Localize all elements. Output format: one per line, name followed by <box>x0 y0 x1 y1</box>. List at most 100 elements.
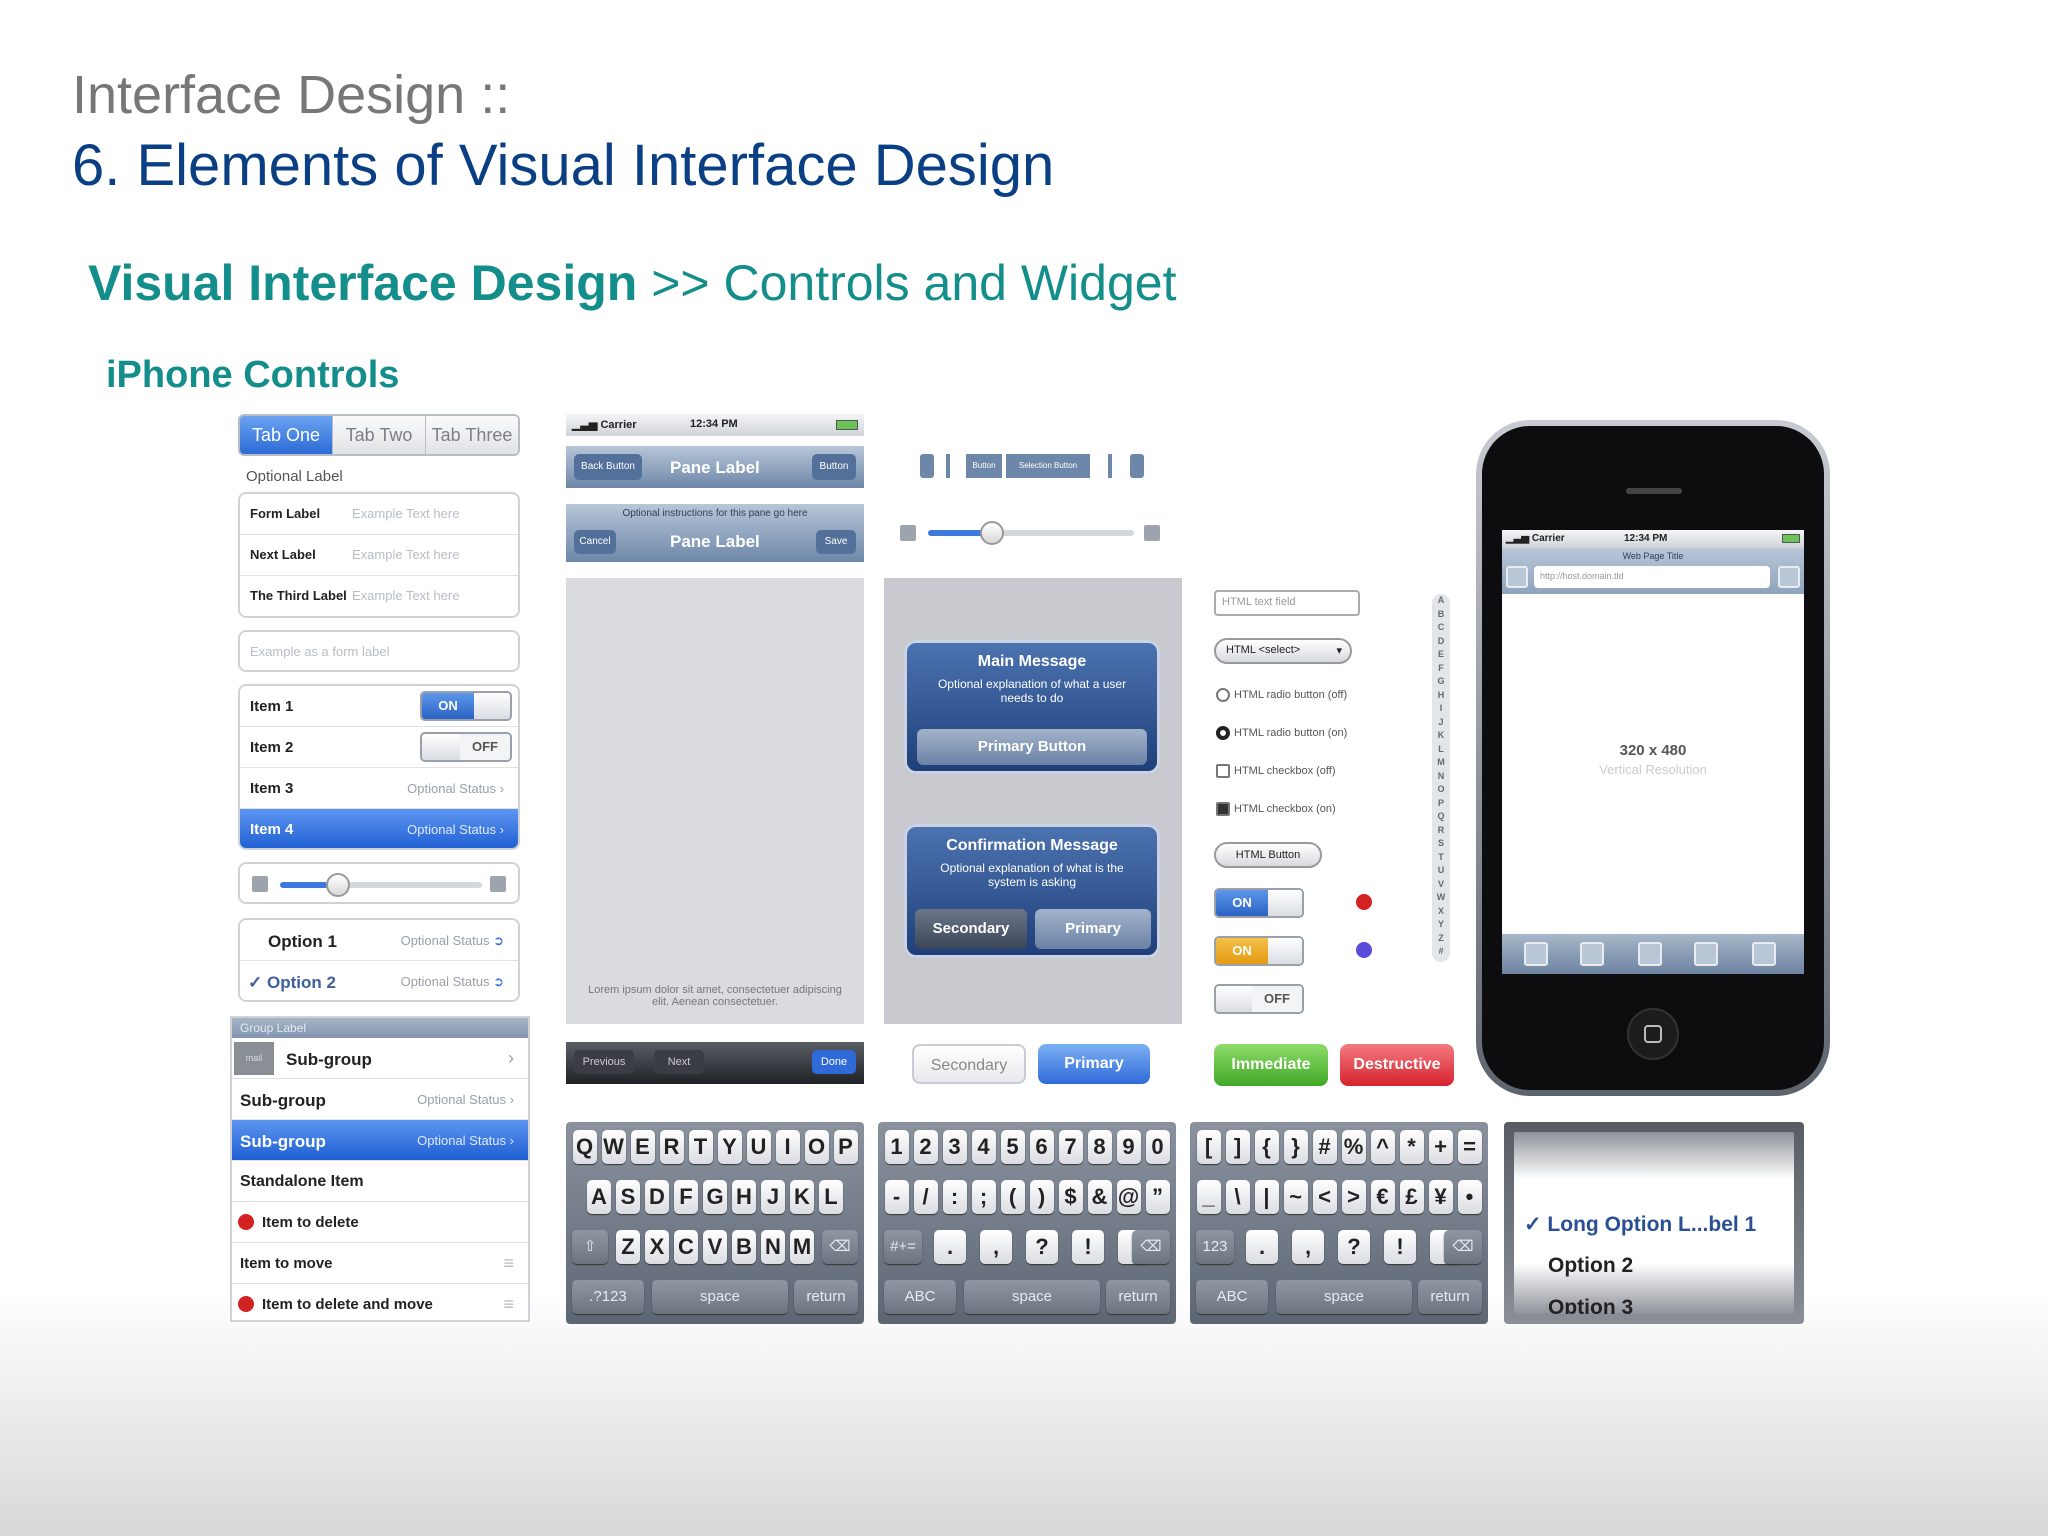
option-row[interactable]: Option 1 Optional Status ➲ <box>240 920 518 961</box>
add-icon[interactable] <box>1506 566 1528 588</box>
slider-track[interactable] <box>928 530 1134 536</box>
key-•[interactable]: • <box>1457 1180 1482 1214</box>
delete-icon[interactable] <box>238 1214 254 1230</box>
key-#[interactable]: # <box>1312 1130 1337 1164</box>
mode-key[interactable]: ABC <box>1196 1280 1268 1314</box>
html-text-field[interactable]: HTML text field <box>1214 590 1360 616</box>
return-key[interactable]: return <box>1418 1280 1482 1314</box>
shift-key[interactable]: #+= <box>884 1230 922 1264</box>
share-icon[interactable] <box>1638 942 1662 966</box>
index-letter[interactable]: Z <box>1432 932 1450 946</box>
key-L[interactable]: L <box>819 1180 843 1214</box>
key-I[interactable]: I <box>775 1130 800 1164</box>
key-Q[interactable]: Q <box>572 1130 597 1164</box>
pages-icon[interactable] <box>1752 942 1776 966</box>
index-letter[interactable]: O <box>1432 783 1450 797</box>
key-3[interactable]: 3 <box>942 1130 967 1164</box>
single-form-field[interactable]: Example as a form label <box>238 630 520 672</box>
key-8[interactable]: 8 <box>1087 1130 1112 1164</box>
key-N[interactable]: N <box>761 1230 785 1264</box>
backspace-icon[interactable]: ⌫ <box>822 1230 858 1264</box>
key-1[interactable]: 1 <box>884 1130 909 1164</box>
option-row[interactable]: ✓ Option 2 Optional Status ➲ <box>240 961 518 1000</box>
return-key[interactable]: return <box>794 1280 858 1314</box>
index-letter[interactable]: F <box>1432 662 1450 676</box>
disclosure-icon[interactable] <box>1356 942 1372 958</box>
index-letter[interactable]: X <box>1432 905 1450 919</box>
key-?[interactable]: ? <box>1338 1230 1370 1264</box>
key-.[interactable]: . <box>934 1230 966 1264</box>
key-/[interactable]: / <box>913 1180 938 1214</box>
index-letter[interactable]: J <box>1432 716 1450 730</box>
key-([interactable]: ( <box>1000 1180 1025 1214</box>
list-item[interactable]: Item 2 OFF <box>240 727 518 768</box>
secondary-button[interactable]: Secondary <box>912 1044 1026 1084</box>
key-|[interactable]: | <box>1254 1180 1279 1214</box>
key-+[interactable]: + <box>1428 1130 1453 1164</box>
index-letter[interactable]: M <box>1432 756 1450 770</box>
index-letter[interactable]: T <box>1432 851 1450 865</box>
delete-icon[interactable] <box>238 1296 254 1312</box>
segment-button[interactable]: Button <box>966 454 1002 478</box>
key-<[interactable]: < <box>1312 1180 1337 1214</box>
space-key[interactable]: space <box>964 1280 1100 1314</box>
key-T[interactable]: T <box>688 1130 713 1164</box>
list-item[interactable]: Item to move ≡ <box>232 1243 528 1284</box>
space-key[interactable]: space <box>1276 1280 1412 1314</box>
list-item[interactable]: Standalone Item <box>232 1161 528 1202</box>
form-row[interactable]: Form Label Example Text here <box>240 494 518 535</box>
toggle-switch-on-orange[interactable]: ON <box>1214 936 1304 966</box>
key-O[interactable]: O <box>804 1130 829 1164</box>
index-letter[interactable]: R <box>1432 824 1450 838</box>
primary-button[interactable]: Primary <box>1038 1044 1150 1084</box>
back-button[interactable]: Back Button <box>574 454 642 480</box>
reorder-icon[interactable]: ≡ <box>503 1294 514 1315</box>
key-=[interactable]: = <box>1457 1130 1482 1164</box>
list-item[interactable]: mail Sub-group › <box>232 1038 528 1079</box>
shift-icon[interactable]: ⇧ <box>572 1230 608 1264</box>
key-,[interactable]: , <box>980 1230 1012 1264</box>
key-U[interactable]: U <box>746 1130 771 1164</box>
key-P[interactable]: P <box>833 1130 858 1164</box>
index-bar[interactable]: A B C D E F G H I J K L M N O P Q R S T U V W X Y Z # <box>1432 594 1450 962</box>
tab-two[interactable]: Tab Two <box>332 416 425 454</box>
reload-icon[interactable] <box>1778 566 1800 588</box>
picker-wheel[interactable]: ✓ Long Option L...bel 1 Option 2 Option … <box>1514 1132 1794 1314</box>
list-item-selected[interactable]: Sub-group Optional Status › <box>232 1120 528 1161</box>
key-5[interactable]: 5 <box>1000 1130 1025 1164</box>
key-}[interactable]: } <box>1283 1130 1308 1164</box>
index-letter[interactable]: G <box>1432 675 1450 689</box>
slider-thumb[interactable] <box>326 873 350 897</box>
disclosure-icon[interactable]: ➲ <box>493 974 504 989</box>
key-W[interactable]: W <box>601 1130 626 1164</box>
key-M[interactable]: M <box>790 1230 814 1264</box>
forward-icon[interactable] <box>1580 942 1604 966</box>
key-€[interactable]: € <box>1370 1180 1395 1214</box>
slider-track[interactable] <box>280 882 482 888</box>
index-letter[interactable]: V <box>1432 878 1450 892</box>
key-:[interactable]: : <box>942 1180 967 1214</box>
key-{[interactable]: { <box>1254 1130 1279 1164</box>
picker-option[interactable]: Option 2 <box>1548 1254 1633 1278</box>
mode-key[interactable]: .?123 <box>572 1280 644 1314</box>
back-icon[interactable] <box>1524 942 1548 966</box>
key-?[interactable]: ? <box>1026 1230 1058 1264</box>
key-.[interactable]: . <box>1246 1230 1278 1264</box>
key-J[interactable]: J <box>761 1180 785 1214</box>
reorder-icon[interactable]: ≡ <box>503 1253 514 1274</box>
key-^[interactable]: ^ <box>1370 1130 1395 1164</box>
list-item[interactable]: Item 1 ON <box>240 686 518 727</box>
radio-off[interactable] <box>1216 688 1230 702</box>
key-_[interactable]: _ <box>1196 1180 1221 1214</box>
tab-one[interactable]: Tab One <box>240 416 332 454</box>
key-2[interactable]: 2 <box>913 1130 938 1164</box>
bookmarks-icon[interactable] <box>1694 942 1718 966</box>
key-C[interactable]: C <box>674 1230 698 1264</box>
tab-three[interactable]: Tab Three <box>425 416 518 454</box>
key-G[interactable]: G <box>703 1180 727 1214</box>
list-item[interactable]: Item to delete <box>232 1202 528 1243</box>
key-Z[interactable]: Z <box>616 1230 640 1264</box>
index-letter[interactable]: D <box>1432 635 1450 649</box>
key-\[interactable]: \ <box>1225 1180 1250 1214</box>
key-0[interactable]: 0 <box>1145 1130 1170 1164</box>
